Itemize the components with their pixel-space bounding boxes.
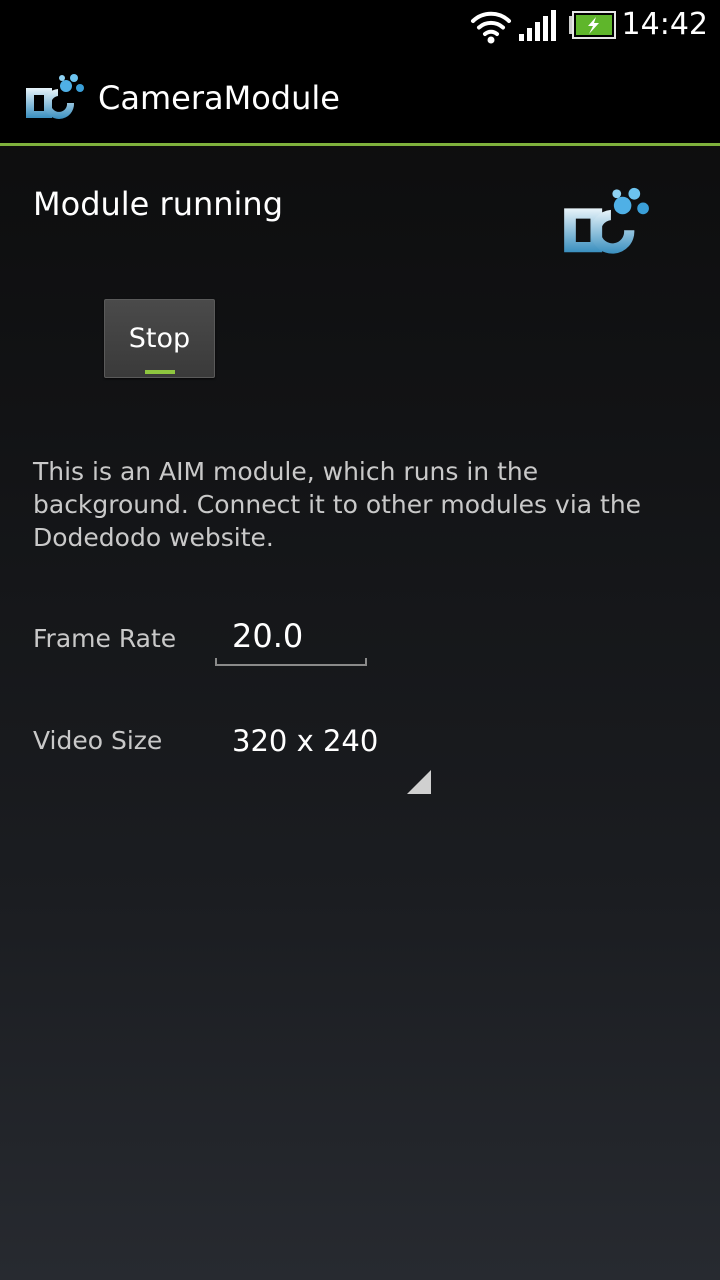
frame-rate-label: Frame Rate [33, 624, 177, 653]
dobots-logo-icon [564, 187, 649, 254]
input-underline-tick [365, 658, 367, 666]
action-bar: CameraModule [0, 50, 720, 143]
video-size-spinner[interactable]: 320 x 240 [215, 715, 435, 800]
input-underline-tick [215, 658, 217, 666]
stop-button-indicator [145, 370, 175, 374]
clock-time: 14:42 [621, 7, 708, 42]
dobots-logo-icon [26, 74, 84, 119]
stop-button-label: Stop [128, 323, 191, 354]
input-underline [215, 664, 367, 666]
wifi-icon [471, 11, 511, 44]
status-bar: 14:42 [0, 0, 720, 50]
cell-signal-icon [519, 10, 556, 41]
module-description: This is an AIM module, which runs in the… [33, 457, 642, 552]
frame-rate-input[interactable]: 20.0 [215, 612, 367, 668]
app-screen: 14:42 CameraModule Module running Stop T… [0, 0, 720, 1280]
video-size-value: 320 x 240 [232, 724, 379, 758]
stop-button[interactable]: Stop [104, 299, 215, 378]
frame-rate-value: 20.0 [232, 617, 304, 655]
spinner-arrow-icon [407, 770, 431, 794]
battery-charging-icon [569, 11, 616, 39]
module-status-text: Module running [33, 185, 284, 223]
app-title: CameraModule [98, 79, 340, 117]
action-bar-divider [0, 143, 720, 146]
video-size-label: Video Size [33, 726, 163, 755]
